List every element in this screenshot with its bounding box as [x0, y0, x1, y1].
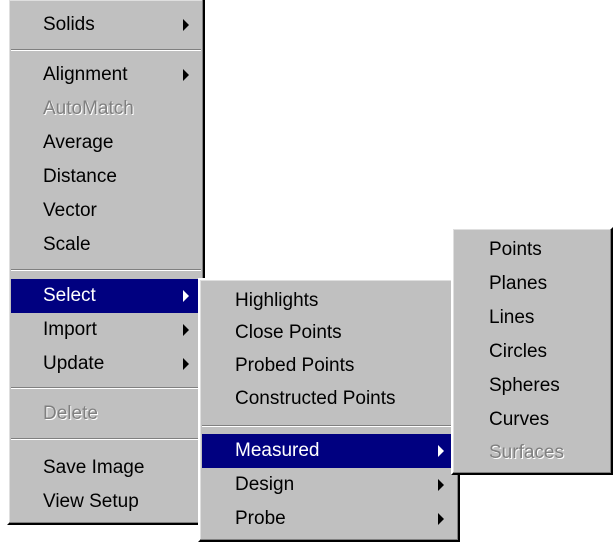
- menu-item-constructed-points[interactable]: Constructed Points: [200, 382, 458, 416]
- menu-item-probed-points-label: Probed Points: [235, 355, 355, 376]
- menu-item-distance[interactable]: Distance: [9, 160, 203, 194]
- menu-item-spheres[interactable]: Spheres: [453, 369, 611, 403]
- menu-item-import-label: Import: [43, 319, 97, 340]
- menu-item-circles[interactable]: Circles: [453, 335, 611, 369]
- menu-item-highlights[interactable]: Highlights: [200, 284, 458, 318]
- menu-item-planes[interactable]: Planes: [453, 267, 611, 301]
- submenu-arrow-icon: [438, 479, 444, 491]
- menu-item-probe-label: Probe: [235, 508, 286, 529]
- menu-item-alignment[interactable]: Alignment: [9, 58, 203, 92]
- menu-item-scale-label: Scale: [43, 234, 91, 255]
- menu-item-probe[interactable]: Probe: [200, 502, 458, 536]
- menu-item-surfaces: Surfaces: [453, 436, 611, 470]
- menu-item-delete: Delete: [9, 397, 203, 431]
- submenu-arrow-icon: [438, 513, 444, 525]
- menu-item-view-setup-label: View Setup: [43, 491, 139, 512]
- menu-item-close-points[interactable]: Close Points: [200, 316, 458, 350]
- submenu-arrow-icon: [183, 358, 189, 370]
- menu-item-update-label: Update: [43, 353, 105, 374]
- menu-item-curves-label: Curves: [489, 409, 550, 430]
- menu-item-measured-label: Measured: [235, 440, 320, 461]
- menu-item-vector[interactable]: Vector: [9, 194, 203, 228]
- menu-item-average[interactable]: Average: [9, 126, 203, 160]
- menu-separator: [11, 269, 201, 271]
- menu-separator: [11, 387, 201, 389]
- menu-item-curves[interactable]: Curves: [453, 403, 611, 437]
- menu-item-design[interactable]: Design: [200, 468, 458, 502]
- menu-item-alignment-label: Alignment: [43, 64, 128, 85]
- menu-item-average-label: Average: [43, 132, 114, 153]
- menu-item-points-label: Points: [489, 239, 542, 260]
- submenu-arrow-icon: [183, 69, 189, 81]
- menu-separator: [11, 49, 201, 51]
- menu-item-close-points-label: Close Points: [235, 322, 342, 343]
- menu-item-select-label: Select: [43, 285, 96, 306]
- menu-separator: [202, 425, 456, 427]
- menu-item-delete-label: Delete: [43, 403, 98, 424]
- menu-item-lines[interactable]: Lines: [453, 301, 611, 335]
- measured-submenu: Points Planes Lines Circles Spheres Curv…: [451, 227, 613, 475]
- submenu-arrow-icon: [438, 445, 444, 457]
- menu-item-vector-label: Vector: [43, 200, 97, 221]
- submenu-arrow-icon: [183, 19, 189, 31]
- main-context-menu: Solids Alignment AutoMatch Average Dista…: [7, 0, 205, 525]
- menu-item-automatch: AutoMatch: [9, 92, 203, 126]
- menu-item-highlights-label: Highlights: [235, 290, 319, 311]
- menu-item-update[interactable]: Update: [9, 347, 203, 381]
- submenu-arrow-icon: [183, 290, 189, 302]
- menu-item-planes-label: Planes: [489, 273, 548, 294]
- menu-item-probed-points[interactable]: Probed Points: [200, 349, 458, 383]
- menu-item-select[interactable]: Select: [11, 279, 201, 313]
- menu-item-points[interactable]: Points: [453, 233, 611, 267]
- menu-item-design-label: Design: [235, 474, 295, 495]
- menu-item-import[interactable]: Import: [9, 313, 203, 347]
- menu-item-lines-label: Lines: [489, 307, 535, 328]
- menu-item-solids[interactable]: Solids: [9, 8, 203, 42]
- menu-item-measured[interactable]: Measured: [202, 434, 456, 468]
- menu-item-view-setup[interactable]: View Setup: [9, 485, 203, 519]
- menu-item-circles-label: Circles: [489, 341, 548, 362]
- menu-item-distance-label: Distance: [43, 166, 117, 187]
- menu-item-spheres-label: Spheres: [489, 375, 560, 396]
- submenu-arrow-icon: [183, 324, 189, 336]
- menu-separator: [11, 438, 201, 440]
- menu-item-save-image-label: Save Image: [43, 457, 145, 478]
- menu-item-automatch-label: AutoMatch: [43, 98, 134, 119]
- menu-item-save-image[interactable]: Save Image: [9, 451, 203, 485]
- menu-item-constructed-points-label: Constructed Points: [235, 388, 396, 409]
- menu-item-scale[interactable]: Scale: [9, 228, 203, 262]
- menu-item-solids-label: Solids: [43, 14, 95, 35]
- select-submenu: Highlights Close Points Probed Points Co…: [198, 278, 460, 542]
- menu-item-surfaces-label: Surfaces: [489, 442, 564, 463]
